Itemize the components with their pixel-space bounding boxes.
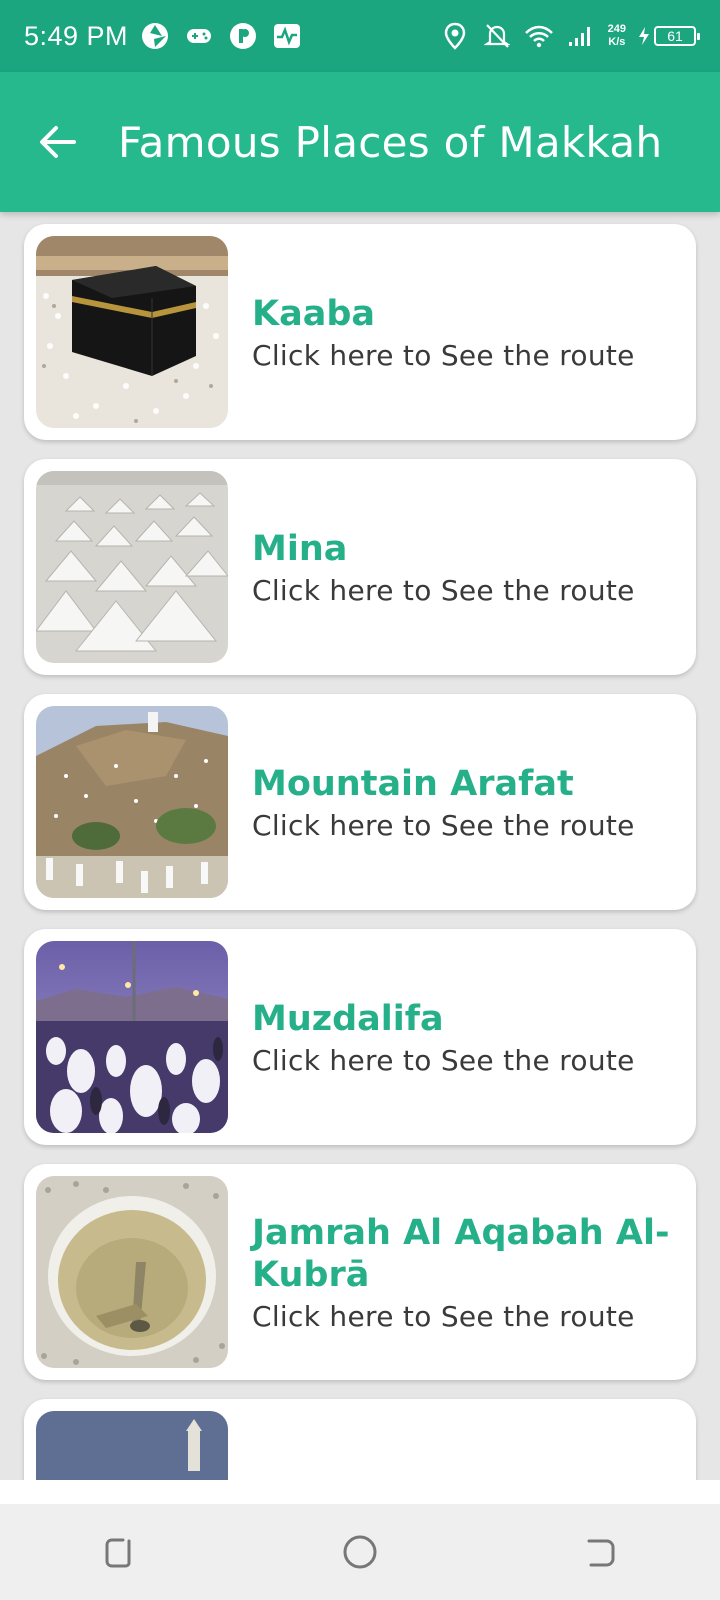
page-title: Famous Places of Makkah [118,117,663,167]
place-name: Mina [252,528,348,569]
bell-off-icon [482,21,512,51]
battery-level: 61 [654,26,700,46]
battery-indicator: 61 [638,26,700,46]
place-card-kaaba[interactable]: Kaaba Click here to See the route [24,224,696,440]
route-link[interactable]: Click here to See the route [252,339,680,372]
place-image-mountain-arafat [36,706,228,898]
place-card-muzdalifa[interactable]: Muzdalifa Click here to See the route [24,929,696,1145]
route-link[interactable]: Click here to See the route [252,1300,680,1333]
place-name: Kaaba [252,293,376,334]
route-link[interactable]: Click here to See the route [252,1044,680,1077]
status-bar: 5:49 PM 249 K/s 61 [0,0,720,72]
place-image-mina [36,471,228,663]
camera-shutter-icon [140,21,170,51]
system-icons: 249 K/s 61 [440,21,700,51]
home-circle-icon [343,1535,377,1569]
bottom-spacer [0,1480,720,1504]
back-nav-icon [587,1539,615,1567]
speed-value: 249 [607,23,626,35]
place-name: Jamrah Al Aqabah Al-Kubrā [252,1212,670,1295]
place-name: Mountain Arafat [252,763,574,804]
place-image-kaaba [36,236,228,428]
recent-apps-button[interactable] [90,1522,150,1582]
home-button[interactable] [330,1522,390,1582]
wifi-icon [524,21,554,51]
status-time: 5:49 PM [24,20,129,51]
back-button[interactable] [28,112,88,172]
speed-unit: K/s [608,36,626,48]
signal-icon [566,21,596,51]
place-name: Muzdalifa [252,998,444,1039]
route-link[interactable]: Click here to See the route [252,574,680,607]
gamepad-icon [184,21,214,51]
place-card-mountain-arafat[interactable]: Mountain Arafat Click here to See the ro… [24,694,696,910]
place-image-next [36,1411,228,1480]
places-list[interactable]: Kaaba Click here to See the route Mina C… [0,212,720,1480]
app-bar: Famous Places of Makkah [0,72,720,212]
app-p-icon [228,21,258,51]
place-card-mina[interactable]: Mina Click here to See the route [24,459,696,675]
system-navigation-bar [0,1504,720,1600]
arrow-left-icon [40,126,76,158]
place-image-jamrah [36,1176,228,1368]
charging-bolt-icon [639,27,649,45]
place-card-jamrah-al-aqabah[interactable]: Jamrah Al Aqabah Al-Kubrā Click here to … [24,1164,696,1380]
location-icon [440,21,470,51]
notification-icons [140,21,302,51]
place-image-muzdalifa [36,941,228,1133]
recent-apps-icon [105,1538,131,1568]
place-card-next[interactable] [24,1399,696,1480]
network-speed: 249 K/s [608,23,626,49]
back-nav-button[interactable] [570,1522,630,1582]
activity-icon [272,21,302,51]
route-link[interactable]: Click here to See the route [252,809,680,842]
